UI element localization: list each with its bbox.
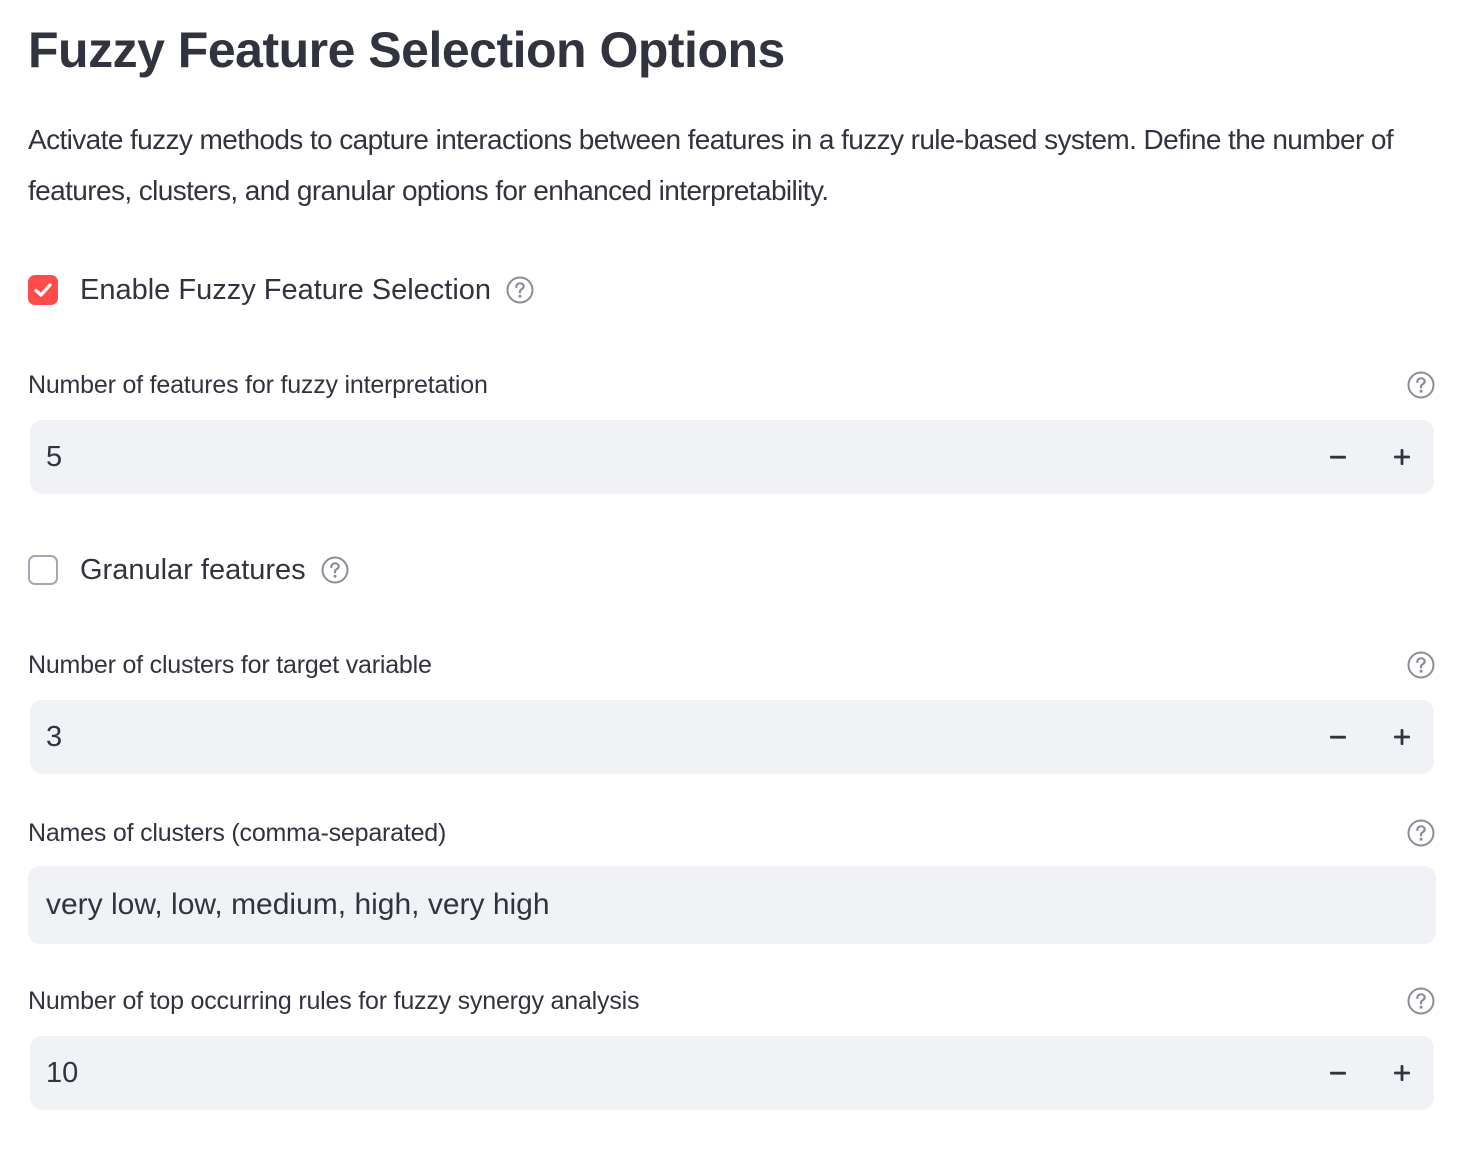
question-circle-icon[interactable] <box>1406 650 1436 680</box>
num-features-increment-button[interactable] <box>1370 420 1434 494</box>
cluster-names-label: Names of clusters (comma-separated) <box>28 818 447 847</box>
num-clusters-increment-button[interactable] <box>1370 700 1434 774</box>
cluster-names-value[interactable]: very low, low, medium, high, very high <box>46 888 550 922</box>
top-rules-label: Number of top occurring rules for fuzzy … <box>28 986 640 1015</box>
question-circle-icon[interactable] <box>1406 818 1436 848</box>
top-rules-input[interactable]: 10 <box>30 1036 1434 1110</box>
minus-icon <box>1330 455 1346 459</box>
top-rules-increment-button[interactable] <box>1370 1036 1434 1110</box>
top-rules-label-row: Number of top occurring rules for fuzzy … <box>28 983 1436 1019</box>
num-features-decrement-button[interactable] <box>1306 420 1370 494</box>
enable-fuzzy-checkbox[interactable] <box>28 275 58 305</box>
num-clusters-label: Number of clusters for target variable <box>28 650 432 679</box>
question-circle-icon[interactable] <box>320 555 350 585</box>
granular-checkbox[interactable] <box>28 555 58 585</box>
enable-fuzzy-label: Enable Fuzzy Feature Selection <box>80 273 492 306</box>
plus-icon <box>1394 729 1410 745</box>
question-circle-icon[interactable] <box>505 275 535 305</box>
page-title: Fuzzy Feature Selection Options <box>28 22 785 78</box>
cluster-names-label-row: Names of clusters (comma-separated) <box>28 815 1436 851</box>
plus-icon <box>1394 449 1410 465</box>
num-features-value[interactable]: 5 <box>46 441 1306 474</box>
page-description: Activate fuzzy methods to capture intera… <box>28 124 1394 206</box>
enable-fuzzy-checkbox-row[interactable]: Enable Fuzzy Feature Selection <box>28 270 535 310</box>
num-clusters-decrement-button[interactable] <box>1306 700 1370 774</box>
plus-icon <box>1394 1065 1410 1081</box>
question-circle-icon[interactable] <box>1406 986 1436 1016</box>
num-clusters-label-row: Number of clusters for target variable <box>28 647 1436 683</box>
minus-icon <box>1330 735 1346 739</box>
num-clusters-input[interactable]: 3 <box>30 700 1434 774</box>
question-circle-icon[interactable] <box>1406 370 1436 400</box>
checkmark-icon <box>34 283 52 297</box>
cluster-names-input[interactable]: very low, low, medium, high, very high <box>28 866 1436 944</box>
granular-checkbox-row[interactable]: Granular features <box>28 550 350 590</box>
num-features-input[interactable]: 5 <box>30 420 1434 494</box>
num-features-label: Number of features for fuzzy interpretat… <box>28 370 488 399</box>
top-rules-value[interactable]: 10 <box>46 1057 1306 1090</box>
num-features-label-row: Number of features for fuzzy interpretat… <box>28 367 1436 403</box>
top-rules-decrement-button[interactable] <box>1306 1036 1370 1110</box>
minus-icon <box>1330 1071 1346 1075</box>
granular-label: Granular features <box>80 553 306 586</box>
num-clusters-value[interactable]: 3 <box>46 721 1306 754</box>
